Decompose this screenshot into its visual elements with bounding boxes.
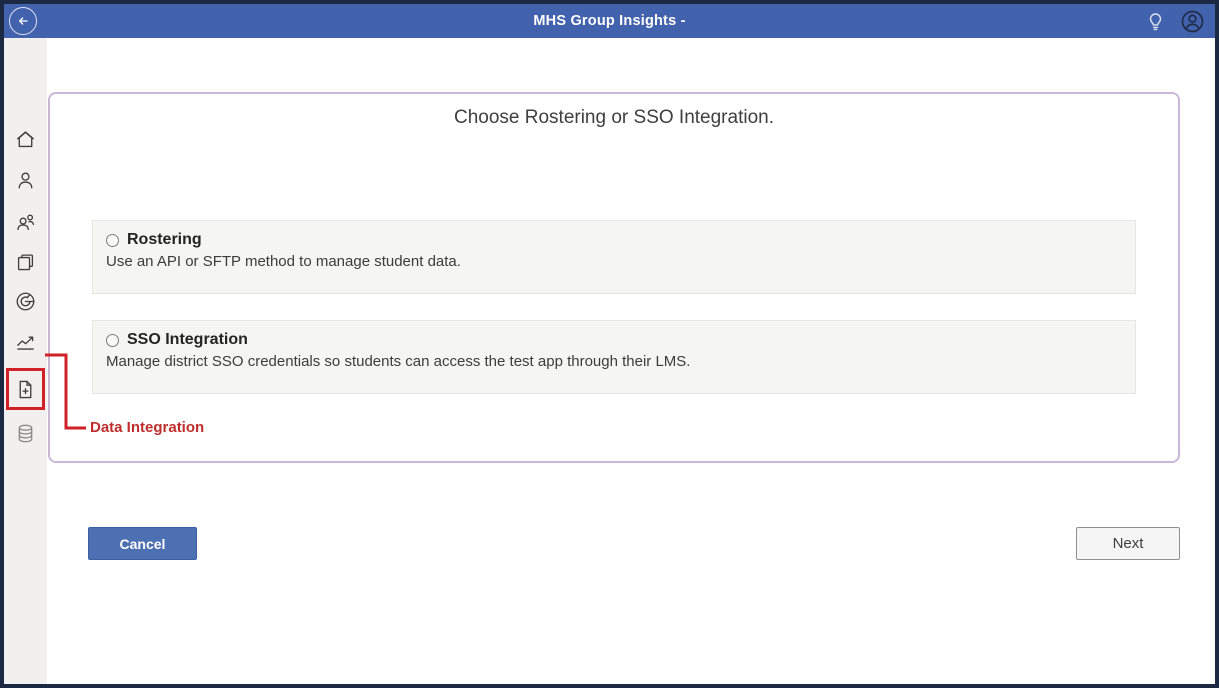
account-icon[interactable] [1180,9,1205,34]
radio-rostering-icon[interactable] [106,234,119,247]
donut-chart-icon [14,290,37,313]
option-sso-integration-description: Manage district SSO credentials so stude… [106,353,1122,370]
trend-chart-icon [14,332,37,355]
callout-label: Data Integration [90,419,204,436]
home-icon [14,128,37,151]
person-icon [14,169,37,192]
titlebar: MHS Group Insights - [4,4,1215,38]
sidebar-item-donut-chart[interactable] [4,289,47,313]
sidebar-item-data-integration[interactable] [6,368,45,410]
sidebar-item-pages[interactable] [4,250,47,274]
option-rostering-description: Use an API or SFTP method to manage stud… [106,253,1122,270]
pages-icon [14,251,37,274]
people-icon [14,211,37,234]
sidebar-item-home[interactable] [4,127,47,151]
document-add-icon [14,378,37,401]
next-button[interactable]: Next [1076,527,1180,560]
cancel-button[interactable]: Cancel [88,527,197,560]
database-icon [14,422,37,445]
option-rostering-label: Rostering [127,231,202,249]
radio-sso-integration-icon[interactable] [106,334,119,347]
lightbulb-icon[interactable] [1144,10,1167,33]
option-sso-integration[interactable]: SSO Integration Manage district SSO cred… [92,320,1136,394]
sidebar [4,38,47,684]
option-sso-integration-label: SSO Integration [127,331,248,349]
option-rostering[interactable]: Rostering Use an API or SFTP method to m… [92,220,1136,294]
panel-heading: Choose Rostering or SSO Integration. [50,107,1178,129]
sidebar-item-database[interactable] [4,421,47,445]
integration-panel: Choose Rostering or SSO Integration. Ros… [48,92,1180,463]
sidebar-item-person[interactable] [4,168,47,192]
app-window: MHS Group Insights - [0,0,1219,688]
window-title: MHS Group Insights - [4,13,1215,29]
sidebar-item-trend-chart[interactable] [4,331,47,355]
sidebar-item-people[interactable] [4,210,47,234]
